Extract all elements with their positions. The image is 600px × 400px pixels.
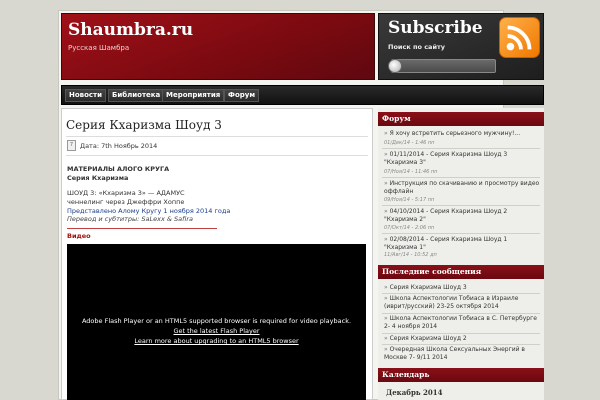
html5-upgrade-link[interactable]: Learn more about upgrading to an HTML5 b… xyxy=(67,336,366,346)
video-message: Adobe Flash Player or an HTML5 supported… xyxy=(67,316,366,346)
recent-post-link[interactable]: Школа Аспектологии Тобиаса в Израиле (ив… xyxy=(384,295,540,311)
forum-topic-meta: 09/Ноя/14 - 5:17 пп xyxy=(384,197,435,203)
forum-topic-meta: 07/Ноя/14 - 11:46 пп xyxy=(384,169,438,175)
divider xyxy=(67,228,217,229)
forum-topic-meta: 01/Дек/14 - 1:46 пп xyxy=(384,140,435,146)
video-label: Видео xyxy=(67,232,91,240)
nav-item-forum[interactable]: Форум xyxy=(224,89,260,102)
sidebar: Форум Я хочу встретить серьезного мужчин… xyxy=(378,108,544,400)
forum-topic[interactable]: 02/08/2014 - Серия Кхаризма Шоуд 1 "Кхар… xyxy=(384,236,540,252)
forum-topic[interactable]: 04/10/2014 - Серия Кхаризма Шоуд 2 "Кхар… xyxy=(384,208,540,224)
divider xyxy=(382,333,540,334)
rss-feed-icon[interactable] xyxy=(499,17,540,58)
nav-item-news[interactable]: Новости xyxy=(65,89,107,102)
calendar-icon: 7 xyxy=(67,140,76,151)
recent-post-link[interactable]: Очередная Школа Сексуальных Энергий в Мо… xyxy=(384,346,540,362)
forum-topic[interactable]: 01/11/2014 - Серия Кхаризма Шоуд 3 "Кхар… xyxy=(384,151,540,167)
divider xyxy=(382,344,540,345)
post-line: Перевод и субтитры: SaLexx & Safira xyxy=(67,215,193,223)
post-line: Представлено Алому Кругу 1 ноября 2014 г… xyxy=(67,207,231,215)
search-label: Поиск по сайту xyxy=(388,43,446,51)
nav-item-events[interactable]: Мероприятия xyxy=(162,89,225,102)
recent-post-link[interactable]: Серия Кхаризма Шоуд 2 xyxy=(384,335,540,343)
main-nav: Новости Библиотека Мероприятия Форум xyxy=(61,85,544,105)
site-title[interactable]: Shaumbra.ru xyxy=(68,20,193,40)
recent-posts-widget-title: Последние сообщения xyxy=(378,265,544,279)
post-line: ШОУД 3: «Кхаризма 3» — АДАМУС xyxy=(67,189,185,197)
search-box[interactable] xyxy=(391,59,496,73)
recent-post-link[interactable]: Школа Аспектологии Тобиаса в С. Петербур… xyxy=(384,315,540,331)
calendar-month: Декабрь 2014 xyxy=(386,388,443,397)
divider xyxy=(382,233,540,234)
flash-player-link[interactable]: Get the latest Flash Player xyxy=(67,326,366,336)
post-line: ченнелинг через Джеффри Хоппе xyxy=(67,198,185,206)
post-date: Дата: 7th Ноябрь 2014 xyxy=(80,142,158,150)
divider xyxy=(382,205,540,206)
forum-topic[interactable]: Инструкция по скачиванию и просмотру вид… xyxy=(384,180,540,196)
post-title[interactable]: Серия Кхаризма Шоуд 3 xyxy=(66,118,222,132)
video-fallback-text: Adobe Flash Player or an HTML5 supported… xyxy=(81,317,352,325)
divider xyxy=(66,136,368,137)
magnifier-icon[interactable] xyxy=(388,59,402,73)
main-content: Серия Кхаризма Шоуд 3 7 Дата: 7th Ноябрь… xyxy=(61,108,373,400)
post-line: МАТЕРИАЛЫ АЛОГО КРУГА xyxy=(67,165,170,173)
divider xyxy=(382,313,540,314)
divider xyxy=(382,293,540,294)
video-player[interactable]: Adobe Flash Player or an HTML5 supported… xyxy=(67,244,366,400)
search-input[interactable] xyxy=(404,60,494,72)
site-header: Shaumbra.ru Русская Шамбра xyxy=(61,13,375,80)
divider xyxy=(66,155,368,156)
subscribe-title: Subscribe xyxy=(388,18,483,38)
nav-item-library[interactable]: Библиотека xyxy=(108,89,165,102)
divider xyxy=(382,177,540,178)
divider xyxy=(382,148,540,149)
recent-post-link[interactable]: Серия Кхаризма Шоуд 3 xyxy=(384,284,540,292)
forum-topic-meta: 11/Авг/14 - 10:52 дп xyxy=(384,252,437,258)
calendar-widget-title: Календарь xyxy=(378,368,544,382)
forum-widget-title: Форум xyxy=(378,112,544,126)
post-line: Серия Кхаризма xyxy=(67,174,129,182)
forum-topic[interactable]: Я хочу встретить серьезного мужчину!... xyxy=(384,130,540,138)
forum-topic-meta: 07/Окт/14 - 2:06 пп xyxy=(384,225,435,231)
site-description: Русская Шамбра xyxy=(68,44,130,52)
